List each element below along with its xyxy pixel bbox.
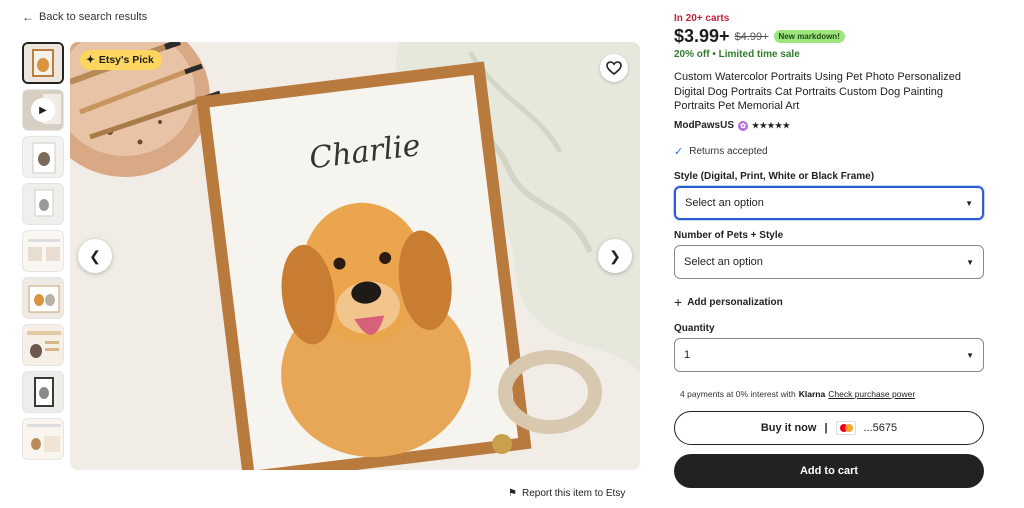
quantity-select[interactable]: 1 ▼ bbox=[674, 338, 984, 372]
markdown-badge: New markdown! bbox=[773, 30, 845, 43]
thumbnail-4[interactable] bbox=[22, 183, 64, 225]
heart-icon bbox=[606, 61, 622, 75]
favorite-button[interactable] bbox=[600, 54, 628, 82]
pet-portrait-photo: Charlie bbox=[70, 42, 640, 470]
add-to-cart-label: Add to cart bbox=[799, 465, 859, 477]
chevron-down-icon: ▼ bbox=[965, 198, 973, 208]
rating-stars[interactable]: ★★★★★ bbox=[752, 121, 790, 130]
report-label: Report this item to Etsy bbox=[521, 488, 626, 499]
returns-info: ✓ Returns accepted bbox=[674, 145, 768, 158]
in-carts-notice: In 20+ carts bbox=[674, 13, 730, 24]
thumbnail-9[interactable] bbox=[22, 418, 64, 460]
sparkle-icon: ✦ bbox=[86, 54, 95, 66]
star-seller-icon: ✿ bbox=[738, 120, 749, 131]
card-last4: ...5675 bbox=[863, 422, 898, 434]
buy-it-now-button[interactable]: Buy it now | ...5675 bbox=[674, 411, 984, 445]
quantity-select-value: 1 bbox=[684, 349, 691, 361]
style-label: Style (Digital, Print, White or Black Fr… bbox=[674, 171, 875, 182]
thumbnail-video[interactable]: ▶ bbox=[22, 89, 64, 131]
thumbnail-5[interactable] bbox=[22, 230, 64, 272]
chevron-right-icon: ❯ bbox=[609, 247, 621, 264]
price-row: $3.99+ $4.99+ New markdown! bbox=[674, 26, 845, 47]
badge-label: Etsy's Pick bbox=[98, 54, 154, 66]
product-title: Custom Watercolor Portraits Using Pet Ph… bbox=[674, 71, 961, 112]
flag-icon: ⚑ bbox=[508, 488, 517, 499]
shop-info: ModPawsUS ✿ ★★★★★ bbox=[674, 120, 790, 131]
add-to-cart-button[interactable]: Add to cart bbox=[674, 454, 984, 488]
thumbnail-strip: ▶ bbox=[22, 42, 66, 470]
previous-image-button[interactable]: ❮ bbox=[78, 239, 112, 273]
sale-text: 20% off • Limited time sale bbox=[674, 49, 800, 60]
arrow-left-icon: ← bbox=[22, 10, 34, 24]
play-icon: ▶ bbox=[31, 98, 55, 122]
klarna-prefix: 4 payments at 0% interest with bbox=[680, 389, 796, 399]
check-purchase-power-link[interactable]: Check purchase power bbox=[828, 389, 915, 399]
thumbnail-7[interactable] bbox=[22, 324, 64, 366]
add-personalization-button[interactable]: + Add personalization bbox=[674, 294, 783, 310]
thumbnail-3[interactable] bbox=[22, 136, 64, 178]
thumbnail-8[interactable] bbox=[22, 371, 64, 413]
chevron-down-icon: ▼ bbox=[966, 350, 974, 360]
main-product-image[interactable]: Charlie ✦ Etsy's Pick ❮ ❯ bbox=[70, 42, 640, 470]
pets-select-value: Select an option bbox=[684, 256, 763, 268]
klarna-logo: Klarna bbox=[798, 389, 826, 399]
style-select-value: Select an option bbox=[685, 197, 764, 209]
klarna-info: 4 payments at 0% interest with Klarna Ch… bbox=[680, 389, 915, 399]
checkmark-icon: ✓ bbox=[674, 146, 684, 158]
style-select[interactable]: Select an option ▼ bbox=[674, 186, 984, 220]
back-label: Back to search results bbox=[39, 11, 148, 23]
chevron-left-icon: ❮ bbox=[89, 247, 101, 264]
quantity-label: Quantity bbox=[674, 323, 715, 334]
chevron-down-icon: ▼ bbox=[966, 257, 974, 267]
shop-name-link[interactable]: ModPawsUS bbox=[674, 120, 734, 131]
plus-icon: + bbox=[674, 294, 683, 310]
buy-now-label: Buy it now bbox=[760, 422, 817, 434]
current-price: $3.99+ bbox=[674, 26, 730, 46]
personalization-label: Add personalization bbox=[687, 296, 783, 308]
separator: | bbox=[824, 422, 828, 434]
etsys-pick-badge: ✦ Etsy's Pick bbox=[80, 50, 162, 70]
mastercard-icon bbox=[835, 421, 856, 435]
report-item-link[interactable]: ⚑ Report this item to Etsy bbox=[508, 488, 625, 499]
thumbnail-1[interactable] bbox=[22, 42, 64, 84]
back-to-results-link[interactable]: ← Back to search results bbox=[22, 10, 147, 24]
thumbnail-6[interactable] bbox=[22, 277, 64, 319]
pets-select[interactable]: Select an option ▼ bbox=[674, 245, 984, 279]
original-price: $4.99+ bbox=[734, 30, 769, 43]
next-image-button[interactable]: ❯ bbox=[598, 239, 632, 273]
listing-page: ← Back to search results ▶ Charlie ✦ Ets… bbox=[0, 0, 1024, 508]
returns-label: Returns accepted bbox=[689, 146, 768, 157]
pets-label: Number of Pets + Style bbox=[674, 230, 784, 241]
